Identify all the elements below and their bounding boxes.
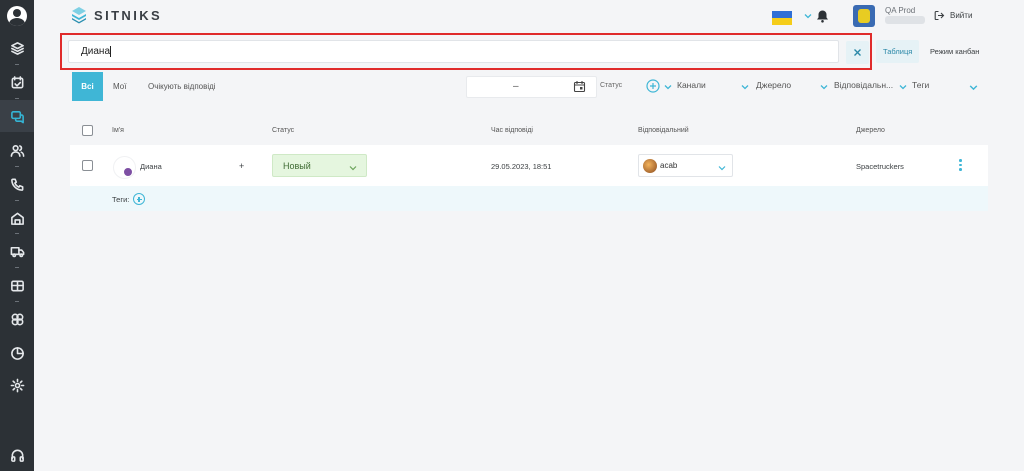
view-kanban-button[interactable]: Режим канбан xyxy=(923,40,986,63)
reply-time: 29.05.2023, 18:51 xyxy=(491,162,552,171)
logout-button[interactable]: Вийти xyxy=(934,10,972,21)
contact-name[interactable]: Диана xyxy=(140,162,162,171)
viber-icon xyxy=(123,167,133,177)
puzzle-icon xyxy=(11,313,23,325)
responsible-avatar xyxy=(643,159,657,173)
user-name: QA Prod xyxy=(885,6,916,15)
source-value: Spacetruckers xyxy=(856,162,904,171)
sidebar-item-warehouse[interactable] xyxy=(0,202,34,234)
add-contact-button[interactable]: + xyxy=(239,161,244,171)
row-checkbox[interactable] xyxy=(82,160,93,171)
warehouse-icon xyxy=(10,212,24,225)
column-header-status[interactable]: Статус xyxy=(272,127,294,134)
ukraine-flag-icon[interactable] xyxy=(772,11,792,25)
view-table-button[interactable]: Таблиця xyxy=(876,40,920,63)
row-menu-icon[interactable] xyxy=(959,159,962,171)
calendar-check-icon xyxy=(11,75,23,88)
chevron-down-icon[interactable] xyxy=(740,82,750,92)
user-role-blurred xyxy=(885,16,925,24)
user-avatar[interactable] xyxy=(853,5,875,27)
chevron-down-icon xyxy=(349,166,357,171)
search-value: Диана xyxy=(81,46,111,57)
select-all-checkbox[interactable] xyxy=(82,125,93,136)
search-input[interactable]: Диана xyxy=(68,40,839,63)
gear-icon xyxy=(10,378,24,392)
sidebar-item-clients[interactable] xyxy=(0,134,34,166)
column-header-responsible[interactable]: Відповідальний xyxy=(638,127,689,134)
sidebar-item-support[interactable] xyxy=(0,439,34,471)
expand-filters-icon[interactable] xyxy=(968,82,979,93)
brand-name: SITNIKS xyxy=(94,7,163,23)
status-value: Новый xyxy=(283,161,311,171)
source-filter[interactable]: Джерело xyxy=(756,80,791,90)
sidebar-item-finance[interactable] xyxy=(0,269,34,301)
sidebar-item-integrations[interactable] xyxy=(0,303,34,335)
responsible-name: acab xyxy=(660,161,678,170)
truck-icon xyxy=(10,246,24,257)
responsible-filter[interactable]: Відповідальн... xyxy=(834,80,893,90)
sidebar-item-settings[interactable] xyxy=(0,369,34,401)
logout-label: Вийти xyxy=(950,11,973,20)
chevron-down-icon[interactable] xyxy=(898,82,908,92)
channels-filter[interactable]: Канали xyxy=(677,80,706,90)
date-separator: – xyxy=(513,81,519,92)
sidebar-item-delivery[interactable] xyxy=(0,235,34,267)
top-header: SITNIKS QA Prod Вийти xyxy=(34,0,1024,34)
add-tag-icon[interactable] xyxy=(133,193,145,205)
logo-icon xyxy=(72,7,86,24)
responsible-select[interactable]: acab xyxy=(638,154,733,177)
tab-awaiting-reply[interactable]: Очікують відповіді xyxy=(148,72,216,101)
tab-all[interactable]: Всі xyxy=(72,72,103,101)
chat-icon xyxy=(10,110,24,123)
column-header-source[interactable]: Джерело xyxy=(856,127,885,134)
clear-search-button[interactable] xyxy=(846,41,869,64)
phone-icon xyxy=(10,178,23,191)
sidebar-item-calls[interactable] xyxy=(0,168,34,200)
sidebar-item-analytics[interactable] xyxy=(0,337,34,369)
layers-icon xyxy=(10,41,24,55)
chevron-down-icon xyxy=(718,166,726,171)
bell-icon[interactable] xyxy=(816,9,829,23)
column-header-reply-time[interactable]: Час відповіді xyxy=(491,127,533,134)
sidebar xyxy=(0,0,34,471)
chevron-down-icon[interactable] xyxy=(819,82,829,92)
users-icon xyxy=(10,144,24,157)
tab-mine[interactable]: Мої xyxy=(113,72,126,101)
sidebar-item-tasks[interactable] xyxy=(0,66,34,98)
chevron-down-icon[interactable] xyxy=(803,11,813,21)
pie-chart-icon xyxy=(10,346,24,360)
sidebar-item-chats[interactable] xyxy=(0,100,34,132)
date-range-picker[interactable]: – xyxy=(466,76,597,98)
headphones-icon xyxy=(10,449,24,462)
wallet-icon xyxy=(10,279,24,291)
tags-label: Теги: xyxy=(112,195,130,204)
brand-logo[interactable]: SITNIKS xyxy=(70,6,162,24)
profile-avatar-icon[interactable] xyxy=(7,6,27,26)
row-tags-bar xyxy=(70,186,988,211)
status-filter-label[interactable]: Статус xyxy=(600,82,622,89)
chevron-down-icon[interactable] xyxy=(663,82,673,92)
add-status-icon[interactable] xyxy=(646,79,660,93)
calendar-icon[interactable] xyxy=(573,80,586,93)
tags-filter[interactable]: Теги xyxy=(912,80,929,90)
column-header-name[interactable]: Ім'я xyxy=(112,127,124,134)
close-icon xyxy=(854,49,861,56)
logout-icon xyxy=(934,10,945,21)
sidebar-item-products[interactable] xyxy=(0,32,34,64)
status-select[interactable]: Новый xyxy=(272,154,367,177)
